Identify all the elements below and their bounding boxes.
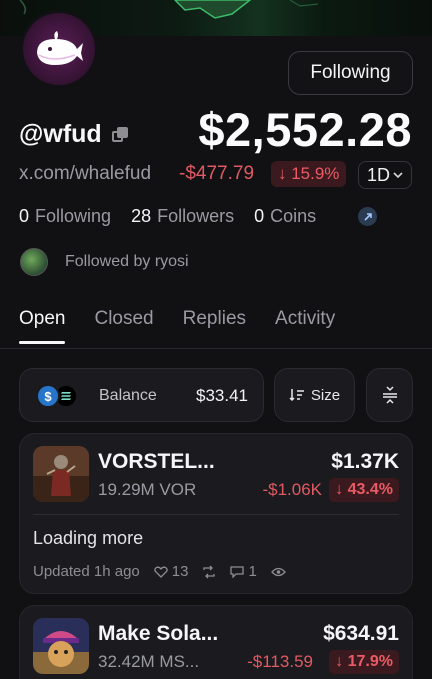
profile-link[interactable]: x.com/whalefud bbox=[19, 163, 151, 185]
following-stat[interactable]: 0 Following bbox=[19, 206, 111, 227]
timeframe-select[interactable]: 1D bbox=[358, 161, 412, 189]
token-amount: 19.29M VOR bbox=[98, 480, 197, 499]
portfolio-balance: $2,552.28 bbox=[198, 103, 412, 156]
position-card[interactable]: VORSTEL... 19.29M VOR $1.37K -$1.06K ↓ 4… bbox=[19, 433, 413, 594]
tabs-divider bbox=[0, 348, 432, 349]
pnl-percent-badge: ↓ 15.9% bbox=[271, 161, 347, 187]
tab-replies[interactable]: Replies bbox=[183, 308, 246, 330]
sort-label: Size bbox=[310, 386, 341, 404]
coins-stat[interactable]: 0 Coins bbox=[254, 206, 316, 227]
balance-pill[interactable]: $ Balance $33.41 bbox=[19, 368, 264, 422]
token-pnl: -$113.59 bbox=[247, 652, 313, 671]
updated-time: Updated 1h ago bbox=[33, 563, 140, 580]
collapse-icon bbox=[382, 386, 397, 404]
token-pnl: -$1.06K bbox=[262, 480, 322, 499]
collapse-button[interactable] bbox=[366, 368, 413, 422]
profile-handle: @wfud bbox=[19, 120, 102, 148]
repost-icon bbox=[203, 565, 216, 578]
card-divider bbox=[33, 514, 399, 515]
comment-button[interactable]: 1 bbox=[230, 563, 257, 580]
profile-avatar[interactable] bbox=[20, 10, 98, 88]
balance-value: $33.41 bbox=[196, 386, 248, 405]
chevron-down-icon bbox=[393, 171, 403, 178]
comment-count: 1 bbox=[248, 563, 257, 580]
timeframe-value: 1D bbox=[366, 164, 390, 185]
like-count: 13 bbox=[171, 563, 189, 580]
usdc-icon: $ bbox=[36, 384, 60, 408]
token-name: VORSTEL... bbox=[98, 450, 215, 473]
token-image bbox=[33, 446, 89, 502]
like-button[interactable]: 13 bbox=[154, 563, 189, 580]
token-pnl-percent: ↓ 17.9% bbox=[329, 650, 399, 674]
tab-closed[interactable]: Closed bbox=[94, 308, 153, 330]
followed-by-row[interactable]: Followed by ryosi bbox=[20, 248, 189, 276]
comment-icon bbox=[230, 566, 245, 578]
follower-avatar bbox=[20, 248, 48, 276]
link-icon[interactable] bbox=[358, 207, 377, 226]
token-image bbox=[33, 618, 89, 674]
token-name: Make Sola... bbox=[98, 622, 219, 645]
token-value: $634.91 bbox=[323, 622, 399, 645]
heart-icon bbox=[154, 566, 168, 578]
tab-activity[interactable]: Activity bbox=[275, 308, 335, 330]
tab-open[interactable]: Open bbox=[19, 308, 66, 344]
pnl-value: -$477.79 bbox=[179, 163, 255, 184]
copy-icon[interactable] bbox=[111, 126, 128, 143]
token-value: $1.37K bbox=[331, 450, 399, 473]
profile-stats: 0 Following 28 Followers 0 Coins bbox=[19, 206, 336, 227]
profile-tabs: Open Closed Replies Activity bbox=[19, 308, 364, 344]
followed-by-text: Followed by ryosi bbox=[65, 253, 189, 270]
sort-size-button[interactable]: Size bbox=[274, 368, 355, 422]
balance-label: Balance bbox=[99, 387, 157, 404]
token-pnl-percent: ↓ 43.4% bbox=[329, 478, 399, 502]
token-amount: 32.42M MS... bbox=[98, 652, 200, 671]
view-button[interactable] bbox=[270, 567, 286, 577]
repost-button[interactable] bbox=[202, 565, 216, 579]
whale-logo-icon bbox=[37, 31, 83, 65]
sort-icon bbox=[289, 389, 304, 402]
handle-row: @wfud bbox=[19, 120, 128, 149]
position-card[interactable]: Make Sola... 32.42M MS... $634.91 -$113.… bbox=[19, 605, 413, 679]
following-button[interactable]: Following bbox=[288, 51, 413, 95]
position-meta: Updated 1h ago 13 1 bbox=[33, 563, 286, 580]
eye-icon bbox=[270, 567, 286, 576]
followers-stat[interactable]: 28 Followers bbox=[131, 206, 234, 227]
position-note: Loading more bbox=[33, 528, 144, 548]
